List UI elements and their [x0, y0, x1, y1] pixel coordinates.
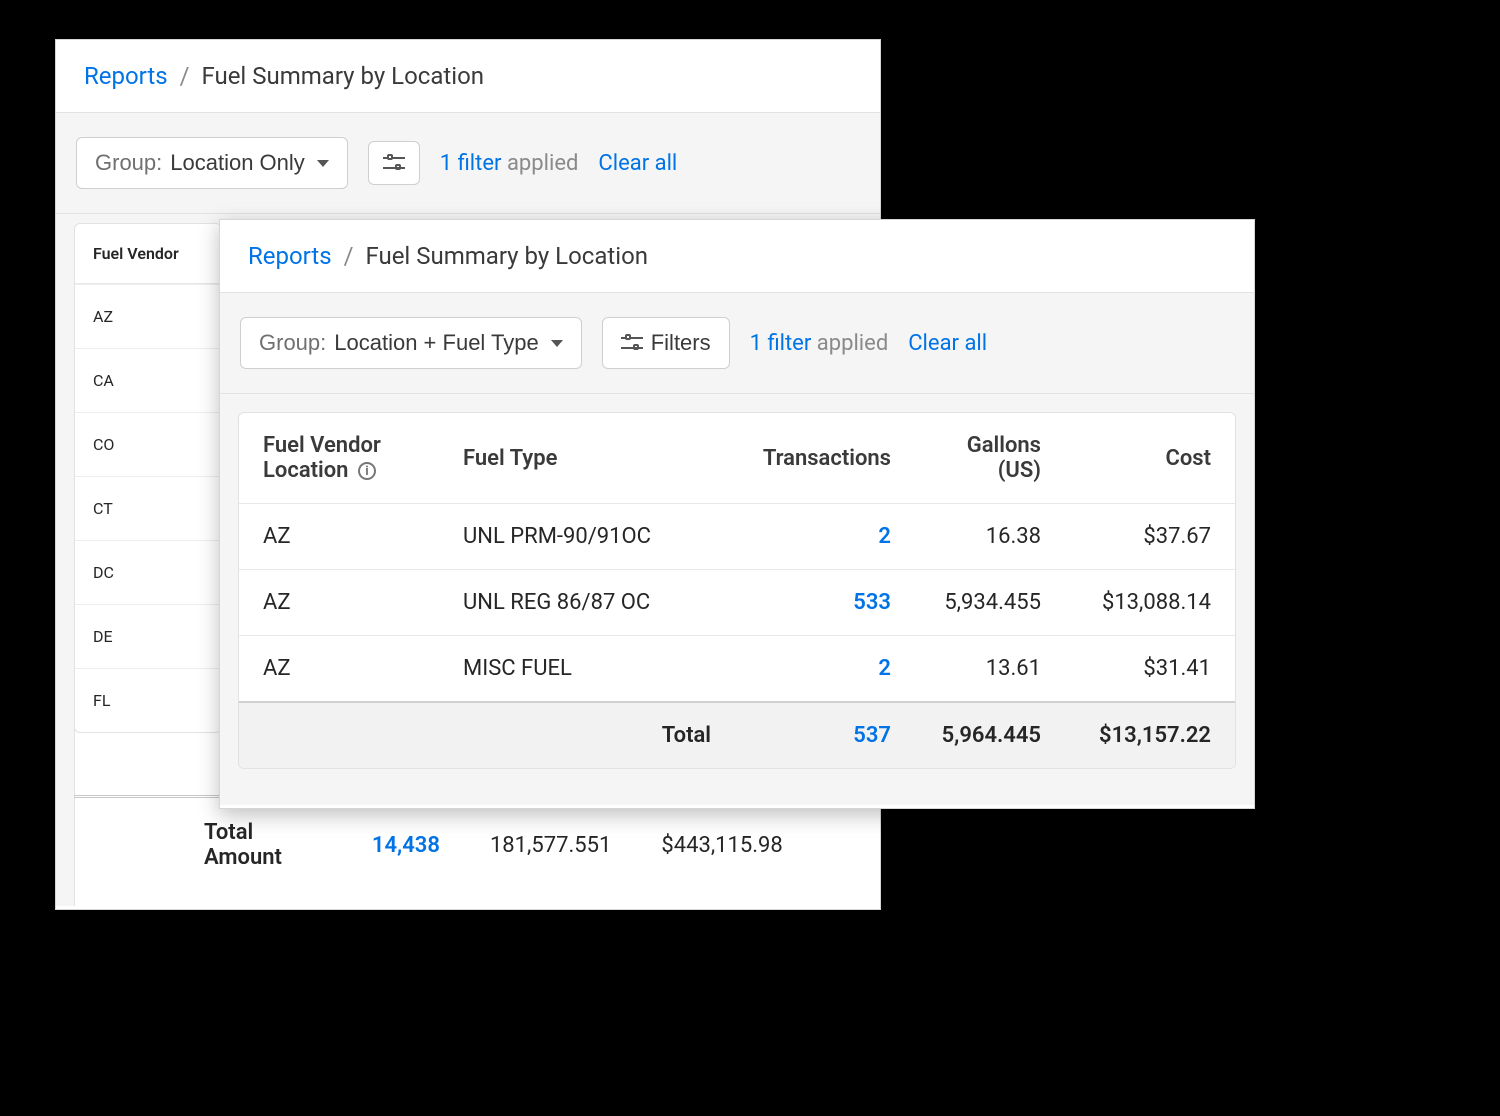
total-transactions[interactable]: 14,438 — [372, 833, 440, 858]
breadcrumb-current: Fuel Summary by Location — [201, 62, 484, 90]
caret-down-icon — [551, 340, 563, 347]
filter-count: 1 filter — [440, 151, 502, 176]
table-total-row: Total 537 5,964.445 $13,157.22 — [239, 702, 1235, 768]
breadcrumb: Reports / Fuel Summary by Location — [220, 220, 1254, 293]
breadcrumb-separator: / — [344, 242, 354, 270]
list-item[interactable]: CA — [75, 348, 221, 412]
col-gallons[interactable]: Gallons (US) — [915, 413, 1065, 504]
table-header-row: Fuel Vendor Location i Fuel Type Transac… — [239, 413, 1235, 504]
list-item[interactable]: CT — [75, 476, 221, 540]
total-cost: $13,157.22 — [1065, 702, 1235, 768]
fuel-summary-table: Fuel Vendor Location i Fuel Type Transac… — [238, 412, 1236, 769]
col-location[interactable]: Fuel Vendor Location i — [239, 413, 439, 504]
filter-status: 1 filter applied — [750, 331, 889, 356]
breadcrumb-separator: / — [180, 62, 190, 90]
sliders-icon — [621, 334, 643, 352]
total-transactions[interactable]: 537 — [735, 702, 915, 768]
table-row: AZ MISC FUEL 2 13.61 $31.41 — [239, 636, 1235, 703]
cell-gallons: 5,934.455 — [915, 570, 1065, 636]
toolbar: Group: Location + Fuel Type Filters 1 fi… — [220, 293, 1254, 394]
list-item[interactable]: DE — [75, 604, 221, 668]
total-amount-label: Total Amount — [204, 820, 282, 870]
cell-fuel-type: MISC FUEL — [439, 636, 735, 703]
clear-all-link[interactable]: Clear all — [598, 151, 677, 176]
list-item[interactable]: FL — [75, 668, 221, 732]
group-dropdown[interactable]: Group: Location + Fuel Type — [240, 317, 582, 369]
breadcrumb-reports-link[interactable]: Reports — [248, 242, 332, 270]
total-gallons: 5,964.445 — [915, 702, 1065, 768]
panel-location-fueltype: Reports / Fuel Summary by Location Group… — [219, 219, 1255, 809]
filter-applied-label: applied — [507, 151, 578, 176]
list-item[interactable]: CO — [75, 412, 221, 476]
filters-button[interactable]: Filters — [602, 317, 730, 369]
location-list: Fuel Vendor AZ CA CO CT DC DE FL — [74, 223, 222, 733]
sliders-icon — [383, 154, 405, 172]
total-gallons: 181,577.551 — [490, 833, 611, 858]
total-cost: $443,115.98 — [661, 833, 782, 858]
list-item[interactable]: DC — [75, 540, 221, 604]
group-value: Location Only — [170, 150, 305, 176]
cell-location: AZ — [239, 570, 439, 636]
list-item[interactable]: AZ — [75, 284, 221, 348]
cell-cost: $13,088.14 — [1065, 570, 1235, 636]
filter-status: 1 filter applied — [440, 151, 579, 176]
table-row: AZ UNL REG 86/87 OC 533 5,934.455 $13,08… — [239, 570, 1235, 636]
cell-fuel-type: UNL PRM-90/91OC — [439, 504, 735, 570]
filters-button-label: Filters — [651, 330, 711, 356]
cell-cost: $31.41 — [1065, 636, 1235, 703]
col-fuel-type[interactable]: Fuel Type — [439, 413, 735, 504]
table-row: AZ UNL PRM-90/91OC 2 16.38 $37.67 — [239, 504, 1235, 570]
cell-gallons: 16.38 — [915, 504, 1065, 570]
breadcrumb: Reports / Fuel Summary by Location — [56, 40, 880, 113]
info-icon[interactable]: i — [358, 462, 376, 480]
footer-total-row: Total Amount 14,438 181,577.551 $443,115… — [74, 795, 862, 892]
filter-count: 1 filter — [750, 331, 812, 356]
location-list-header: Fuel Vendor — [75, 224, 221, 284]
cell-location: AZ — [239, 636, 439, 703]
cell-transactions[interactable]: 2 — [735, 504, 915, 570]
clear-all-link[interactable]: Clear all — [908, 331, 987, 356]
toolbar: Group: Location Only 1 filter applied Cl… — [56, 113, 880, 214]
group-value: Location + Fuel Type — [334, 330, 538, 356]
col-cost[interactable]: Cost — [1065, 413, 1235, 504]
cell-fuel-type: UNL REG 86/87 OC — [439, 570, 735, 636]
cell-cost: $37.67 — [1065, 504, 1235, 570]
total-label: Total — [439, 702, 735, 768]
breadcrumb-current: Fuel Summary by Location — [365, 242, 648, 270]
col-transactions[interactable]: Transactions — [735, 413, 915, 504]
cell-transactions[interactable]: 2 — [735, 636, 915, 703]
breadcrumb-reports-link[interactable]: Reports — [84, 62, 168, 90]
cell-gallons: 13.61 — [915, 636, 1065, 703]
group-prefix: Group: — [259, 330, 326, 356]
cell-location: AZ — [239, 504, 439, 570]
filter-applied-label: applied — [817, 331, 888, 356]
group-dropdown[interactable]: Group: Location Only — [76, 137, 348, 189]
filters-icon-button[interactable] — [368, 141, 420, 185]
caret-down-icon — [317, 160, 329, 167]
cell-transactions[interactable]: 533 — [735, 570, 915, 636]
group-prefix: Group: — [95, 150, 162, 176]
